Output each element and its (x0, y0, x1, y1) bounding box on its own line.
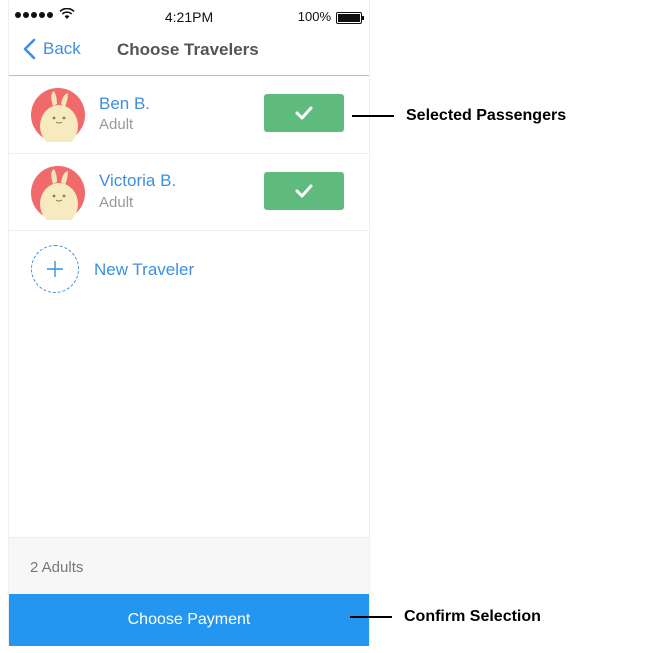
checkmark-icon (295, 106, 313, 120)
annotation-line-selected (352, 115, 394, 117)
back-button[interactable]: Back (21, 38, 81, 60)
avatar (31, 166, 85, 220)
chevron-left-icon (23, 38, 36, 60)
traveler-row[interactable]: Victoria B. Adult (9, 154, 369, 231)
passenger-summary: 2 Adults (30, 559, 84, 576)
annotation-confirm-selection: Confirm Selection (404, 608, 541, 625)
back-label: Back (43, 39, 81, 58)
nav-bar: Back Choose Travelers (9, 34, 369, 76)
select-traveler-button[interactable] (264, 172, 344, 210)
traveler-type: Adult (99, 116, 134, 133)
annotation-selected-passengers: Selected Passengers (406, 107, 567, 124)
annotation-line-confirm (350, 616, 392, 618)
traveler-type: Adult (99, 194, 134, 211)
phone-screen: 4:21PM 100% Back Choose Travelers Ben B.… (8, 0, 370, 646)
traveler-name[interactable]: Ben B. (99, 94, 150, 114)
status-bar: 4:21PM 100% (9, 0, 369, 34)
summary-bar: 2 Adults (9, 537, 369, 595)
traveler-name[interactable]: Victoria B. (99, 171, 176, 191)
select-traveler-button[interactable] (264, 94, 344, 132)
choose-payment-button[interactable]: Choose Payment (9, 594, 369, 646)
avatar (31, 88, 85, 142)
new-traveler-row[interactable]: New Traveler (9, 231, 369, 307)
checkmark-icon (295, 184, 313, 198)
traveler-row[interactable]: Ben B. Adult (9, 76, 369, 154)
page-title: Choose Travelers (117, 40, 259, 59)
plus-icon (47, 261, 63, 277)
battery-icon (336, 12, 364, 24)
new-traveler-link[interactable]: New Traveler (94, 260, 194, 280)
battery-percent: 100% (297, 9, 331, 24)
add-traveler-button[interactable] (31, 245, 79, 293)
